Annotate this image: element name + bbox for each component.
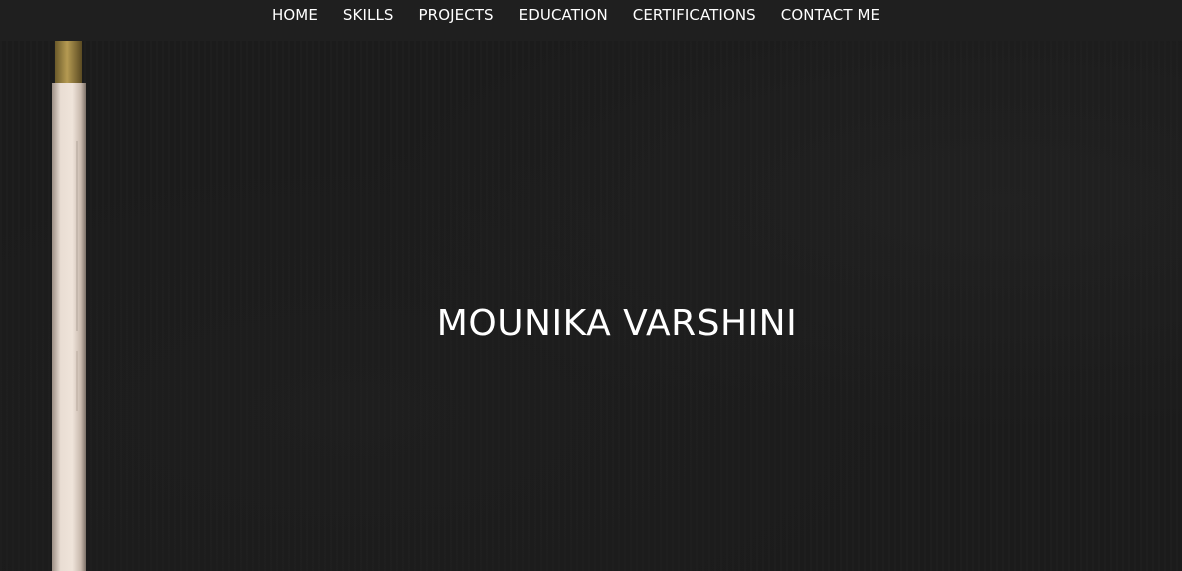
top-navbar: HOME SKILLS PROJECTS EDUCATION CERTIFICA… (0, 0, 1182, 41)
nav-projects-link[interactable]: PROJECTS (419, 6, 494, 24)
nav-skills-link[interactable]: SKILLS (343, 6, 394, 24)
nav-certifications-link[interactable]: CERTIFICATIONS (633, 6, 756, 24)
hero-section: MOUNIKA VARSHINI (0, 41, 1182, 571)
hero-title: MOUNIKA VARSHINI (436, 303, 798, 344)
nav-education-link[interactable]: EDUCATION (519, 6, 608, 24)
nav-contact-link[interactable]: CONTACT ME (781, 6, 880, 24)
nav-home-link[interactable]: HOME (272, 6, 318, 24)
nav-menu: HOME SKILLS PROJECTS EDUCATION CERTIFICA… (272, 0, 880, 30)
